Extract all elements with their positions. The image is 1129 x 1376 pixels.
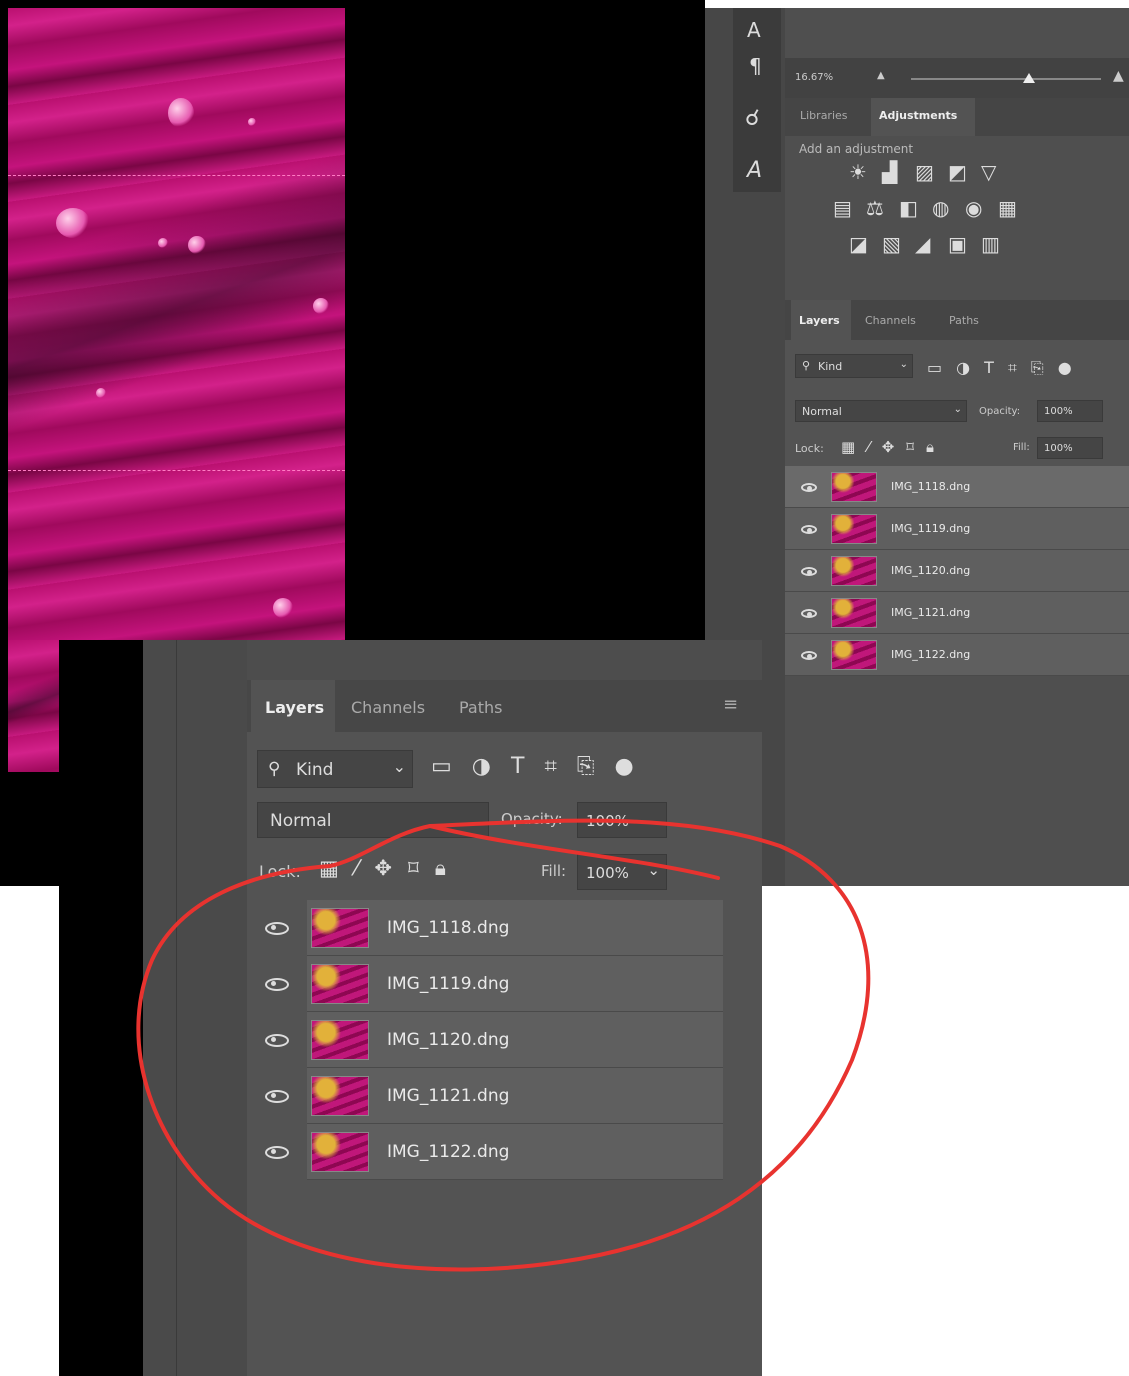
annotation-circle: [136, 818, 871, 1272]
